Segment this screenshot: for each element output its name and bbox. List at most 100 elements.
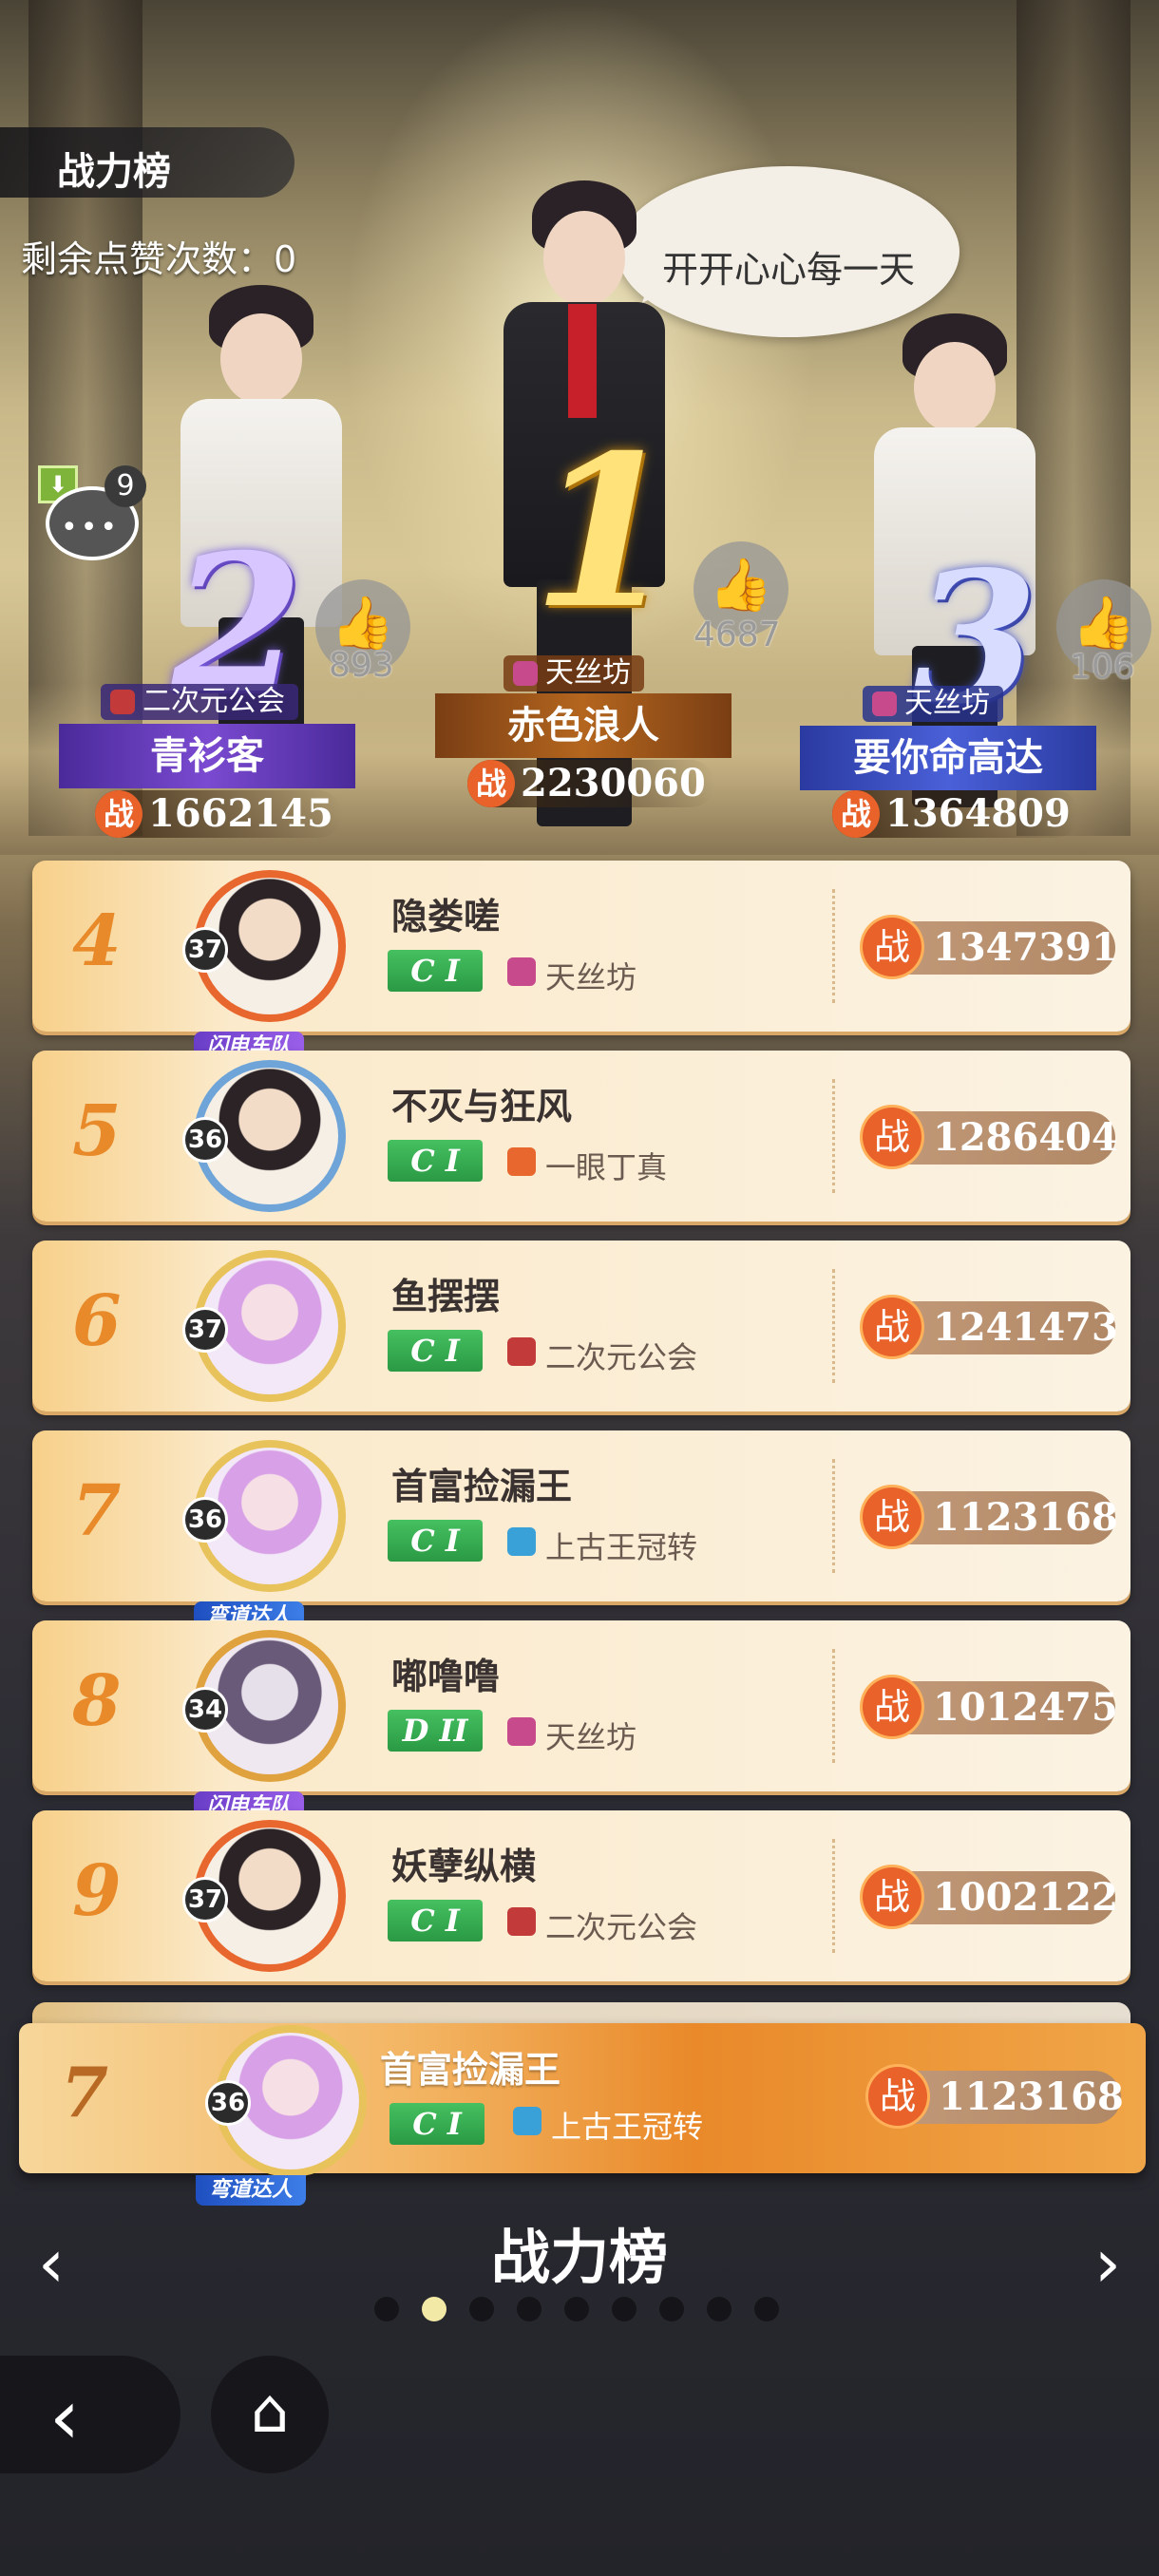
guild-icon (872, 691, 897, 716)
rank-row[interactable]: 9 37 妖孽纵横 C I 二次元公会 战 1002122 (32, 1810, 1130, 1981)
rank-row[interactable]: 7 36 首富捡漏王 C I 上古王冠转 战 1123168 (32, 1430, 1130, 1601)
rank-number: 9 (72, 1850, 122, 1932)
page-dot-active[interactable] (422, 2297, 446, 2321)
level-badge: 34 (182, 1687, 228, 1733)
nameplate-first[interactable]: 赤色浪人 (435, 693, 732, 758)
power-icon: 战 (863, 1108, 922, 1166)
power-pill: 战 1012475 (863, 1677, 1118, 1736)
page-dot[interactable] (754, 2297, 779, 2321)
thumbs-up-icon: 👍 (1072, 593, 1136, 653)
grade-badge: C I (388, 1140, 483, 1182)
chat-unread-badge: 9 (104, 465, 146, 507)
power-value: 1347391 (933, 925, 1118, 970)
divider (832, 889, 835, 1003)
guild-icon (513, 661, 538, 686)
power-value: 1662145 (148, 791, 333, 836)
level-badge: 36 (182, 1497, 228, 1543)
power-value: 1123168 (939, 2074, 1124, 2119)
level-badge: 37 (182, 927, 228, 973)
power-value: 1364809 (885, 791, 1071, 836)
player-name: 赤色浪人 (507, 704, 659, 748)
rank-row[interactable]: 6 37 鱼摆摆 C I 二次元公会 战 1241473 (32, 1241, 1130, 1411)
home-icon: ⌂ (250, 2377, 290, 2447)
guild-name: 一眼丁真 (545, 1149, 668, 1185)
player-name: 嘟噜噜 (391, 1656, 501, 1697)
nameplate-third[interactable]: 要你命高达 (800, 726, 1096, 790)
divider (832, 1269, 835, 1383)
guild: 二次元公会 (507, 1334, 697, 1377)
guild-name: 天丝坊 (545, 656, 631, 690)
chat-button[interactable]: ⬇ ••• 9 (38, 465, 146, 572)
power-pill: 战 1002122 (863, 1867, 1118, 1926)
thumbs-up-icon: 👍 (709, 555, 773, 615)
guild: 天丝坊 (507, 1714, 636, 1757)
player-name: 隐娄嗟 (391, 896, 501, 938)
level-badge: 37 (182, 1307, 228, 1353)
player-name: 首富捡漏王 (380, 2049, 561, 2091)
player-name: 青衫客 (150, 734, 264, 778)
guild-name: 天丝坊 (545, 1719, 637, 1755)
grade-badge: C I (388, 950, 483, 992)
rank-number: 7 (61, 2052, 109, 2132)
my-rank-row[interactable]: 7 36 首富捡漏王 C I 上古王冠转 战 1123168 (19, 2023, 1146, 2177)
page-dot[interactable] (374, 2297, 399, 2321)
power-value: 1286404 (933, 1115, 1118, 1160)
page-dot[interactable] (469, 2297, 494, 2321)
guild: 上古王冠转 (507, 1524, 697, 1567)
power-icon: 战 (832, 790, 880, 838)
page-dot[interactable] (612, 2297, 636, 2321)
guild-icon (513, 2107, 542, 2135)
power-pill: 战 1241473 (863, 1297, 1118, 1356)
thumbs-up-icon: 👍 (331, 593, 395, 653)
back-arrow-icon: ‹ (49, 2373, 80, 2461)
power-second: 战 1662145 (95, 790, 342, 838)
grade-badge: D II (388, 1710, 483, 1752)
like-count-second: 893 (329, 646, 394, 685)
guild-name: 二次元公会 (545, 1339, 698, 1375)
player-name: 首富捡漏王 (391, 1466, 573, 1507)
power-pill: 战 1286404 (863, 1108, 1118, 1166)
rank-number: 6 (72, 1280, 122, 1362)
like-count-first: 4687 (694, 616, 781, 654)
rank-1-numeral: 1 (532, 408, 678, 654)
power-value: 1241473 (933, 1305, 1118, 1350)
guild-name: 天丝坊 (545, 959, 637, 995)
power-pill: 战 1347391 (863, 918, 1118, 976)
guild-icon (507, 1717, 536, 1746)
rank-number: 8 (72, 1660, 122, 1742)
player-name: 鱼摆摆 (391, 1276, 501, 1317)
page-dot[interactable] (517, 2297, 542, 2321)
guild-name: 上古王冠转 (545, 1529, 698, 1565)
power-pill: 战 1123168 (868, 2067, 1124, 2126)
page-dot[interactable] (659, 2297, 684, 2321)
power-icon: 战 (467, 760, 515, 807)
page-dot[interactable] (564, 2297, 589, 2321)
divider (832, 1839, 835, 1953)
grade-badge: C I (390, 2103, 484, 2145)
board-title-tab: 战力榜 (0, 127, 294, 198)
level-badge: 36 (182, 1117, 228, 1163)
home-button[interactable]: ⌂ (211, 2356, 329, 2473)
page-dot[interactable] (707, 2297, 732, 2321)
rank-row[interactable]: 5 36 不灭与狂风 C I 一眼丁真 战 1286404 (32, 1051, 1130, 1222)
guild-name: 二次元公会 (142, 685, 285, 718)
guild-name: 上古王冠转 (551, 2109, 704, 2145)
next-board-arrow-icon[interactable]: › (1094, 2225, 1121, 2302)
power-icon: 战 (863, 1677, 922, 1736)
rank-row[interactable]: 4 37 隐娄嗟 C I 天丝坊 战 1347391 (32, 861, 1130, 1032)
guild-tag-first: 天丝坊 (504, 655, 644, 691)
level-badge: 36 (205, 2080, 251, 2126)
grade-badge: C I (388, 1330, 483, 1372)
remaining-likes-value: 0 (274, 238, 297, 280)
rank-number: 4 (72, 900, 122, 982)
rank-row[interactable]: 8 34 嘟噜噜 D II 天丝坊 战 1012475 (32, 1620, 1130, 1791)
player-name: 要你命高达 (853, 736, 1043, 780)
power-icon: 战 (863, 918, 922, 976)
rank-number: 5 (72, 1090, 122, 1172)
back-button[interactable]: ‹ (0, 2356, 180, 2473)
power-value: 1012475 (933, 1685, 1118, 1730)
guild-icon (507, 1527, 536, 1556)
guild-icon (507, 1337, 536, 1366)
nameplate-second[interactable]: 青衫客 (59, 724, 355, 788)
power-pill: 战 1123168 (863, 1487, 1118, 1546)
